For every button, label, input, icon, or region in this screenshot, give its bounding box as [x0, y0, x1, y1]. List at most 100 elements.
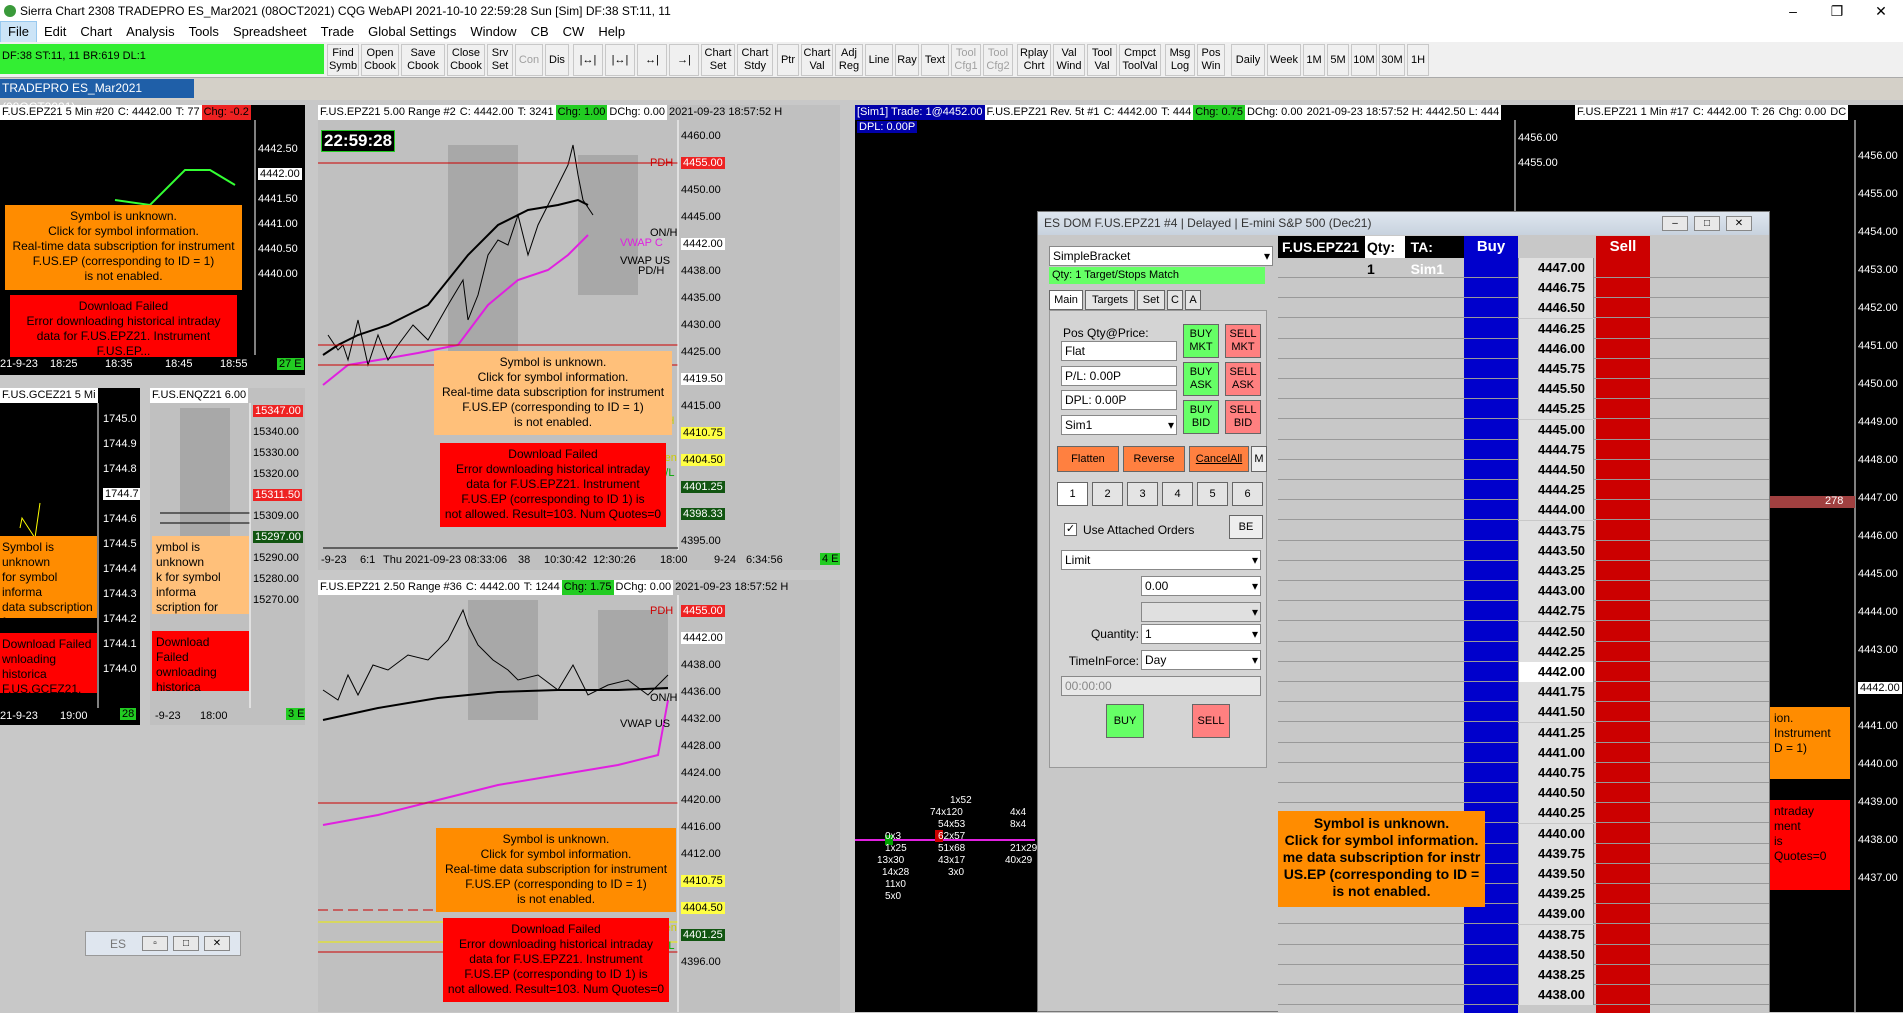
dom-tab-main[interactable]: Main — [1049, 290, 1083, 310]
toolbar-button[interactable]: Chart Val — [801, 44, 833, 76]
attached-orders-checkbox[interactable]: ✓ — [1064, 523, 1077, 536]
toolbar-button[interactable]: Srv Set — [487, 44, 513, 76]
download-failed-message[interactable]: ntraday ment is Quotes=0 — [1770, 800, 1850, 890]
menu-item-chart[interactable]: Chart — [73, 22, 119, 42]
ladder-price[interactable]: 4440.25 — [1518, 803, 1594, 824]
ladder-price[interactable]: 4444.50 — [1518, 460, 1594, 480]
ladder-price[interactable]: 4442.25 — [1518, 641, 1594, 662]
quantity-preset-6[interactable]: 6 — [1232, 482, 1263, 506]
quantity-preset-3[interactable]: 3 — [1127, 482, 1158, 506]
toolbar-button[interactable]: Ptr — [777, 44, 799, 76]
toolbar-button[interactable]: |↔| — [573, 44, 603, 76]
minimize-button[interactable]: ▫ — [142, 936, 168, 951]
toolbar-button[interactable]: Val Wind — [1053, 44, 1085, 76]
ladder-price[interactable]: 4442.00 — [1518, 662, 1594, 682]
download-failed-message[interactable]: Download Failed ownloading historica F.U… — [152, 631, 249, 691]
menu-item-spreadsheet[interactable]: Spreadsheet — [226, 22, 314, 42]
toolbar-button[interactable]: Open Cbook — [361, 44, 399, 76]
ladder-price[interactable]: 4438.00 — [1518, 985, 1594, 1006]
dom-window[interactable]: ES DOM F.US.EPZ21 #4 | Delayed | E-mini … — [1037, 211, 1770, 1013]
buy-button[interactable]: BUY — [1106, 704, 1144, 738]
toolbar-button[interactable]: Cmpct ToolVal — [1119, 44, 1161, 76]
ladder-price[interactable]: 4444.00 — [1518, 500, 1594, 521]
cancel-all-button[interactable]: CancelAll — [1189, 446, 1249, 472]
toolbar-button[interactable]: |↔| — [605, 44, 635, 76]
menu-item-edit[interactable]: Edit — [37, 22, 73, 42]
toolbar-button[interactable]: Msg Log — [1165, 44, 1195, 76]
ladder-price[interactable]: 4439.00 — [1518, 904, 1594, 925]
ladder-price[interactable]: 4438.50 — [1518, 944, 1594, 965]
close-button[interactable]: ✕ — [1726, 216, 1752, 231]
toolbar-button[interactable]: Find Symb — [327, 44, 359, 76]
buy-market-button[interactable]: BUY MKT — [1183, 324, 1219, 358]
toolbar-button[interactable]: Tool Cfg2 — [983, 44, 1013, 76]
toolbar-button[interactable]: Chart Set — [701, 44, 735, 76]
toolbar-button[interactable]: Ray — [895, 44, 919, 76]
price-ladder[interactable]: F.US.EPZ21 Qty: 1 TA: Sim1 Buy Sell 4447… — [1278, 236, 1769, 1013]
ladder-price[interactable]: 4441.25 — [1518, 722, 1594, 743]
ladder-price[interactable]: 4438.25 — [1518, 965, 1594, 985]
chart-gc-5min[interactable]: F.US.GCEZ21 5 Mi 1745.0 1744.9 1744.8 1744.… — [0, 388, 140, 725]
menu-item-file[interactable]: File — [0, 21, 37, 43]
sell-market-button[interactable]: SELL MKT — [1225, 324, 1261, 358]
ladder-price[interactable]: 4441.00 — [1518, 742, 1594, 763]
ladder-price[interactable]: 4447.00 — [1518, 258, 1594, 278]
dom-tab-a[interactable]: A — [1185, 290, 1201, 310]
toolbar-button[interactable]: Daily — [1231, 44, 1265, 76]
restore-button[interactable]: □ — [173, 936, 199, 951]
symbol-unknown-message[interactable]: ymbol is unknown k for symbol informa sc… — [152, 536, 249, 614]
limit-price-input[interactable]: 0.00 ▾ — [1141, 576, 1261, 596]
symbol-unknown-message[interactable]: Symbol is unknown. Click for symbol info… — [434, 351, 672, 435]
ladder-price[interactable]: 4444.25 — [1518, 480, 1594, 501]
ladder-price[interactable]: 4440.75 — [1518, 763, 1594, 783]
buy-ask-button[interactable]: BUY ASK — [1183, 362, 1219, 396]
chartbook-tab[interactable]: TRADEPRO ES_Mar2021 (08OCT2021) — [0, 79, 194, 114]
toolbar-button[interactable]: 1M — [1303, 44, 1325, 76]
toolbar-button[interactable]: Close Cbook — [447, 44, 485, 76]
toolbar-button[interactable]: Week — [1267, 44, 1301, 76]
ladder-price[interactable]: 4446.25 — [1518, 318, 1594, 339]
toolbar-button[interactable]: Line — [865, 44, 893, 76]
toolbar-button[interactable]: Tool Cfg1 — [951, 44, 981, 76]
menu-item-window[interactable]: Window — [463, 22, 523, 42]
menu-item-tools[interactable]: Tools — [182, 22, 226, 42]
menu-item-cb[interactable]: CB — [524, 22, 556, 42]
toolbar-button[interactable]: 1H — [1407, 44, 1429, 76]
ladder-price[interactable]: 4439.25 — [1518, 884, 1594, 905]
toolbar-button[interactable]: 10M — [1351, 44, 1377, 76]
quantity-preset-2[interactable]: 2 — [1092, 482, 1123, 506]
menu-item-trade[interactable]: Trade — [314, 22, 361, 42]
toolbar-button[interactable]: Dis — [545, 44, 569, 76]
minimize-button[interactable]: – — [1662, 216, 1688, 231]
strategy-select[interactable]: SimpleBracket ▾ — [1049, 246, 1273, 266]
ladder-price[interactable]: 4445.75 — [1518, 359, 1594, 379]
toolbar-button[interactable]: Rplay Chrt — [1017, 44, 1051, 76]
order-type-select[interactable]: Limit ▾ — [1061, 550, 1261, 570]
account-select[interactable]: Sim1 ▾ — [1061, 415, 1177, 435]
reverse-button[interactable]: Reverse — [1123, 446, 1185, 472]
toolbar-button[interactable]: 5M — [1327, 44, 1349, 76]
ladder-price[interactable]: 4439.75 — [1518, 843, 1594, 864]
download-failed-message[interactable]: Download Failed Error downloading histor… — [10, 295, 237, 357]
toolbar-button[interactable]: Text — [921, 44, 949, 76]
quantity-preset-5[interactable]: 5 — [1197, 482, 1228, 506]
toolbar-button[interactable]: Adj Reg — [835, 44, 863, 76]
ladder-price[interactable]: 4445.50 — [1518, 379, 1594, 400]
ladder-price[interactable]: 4440.50 — [1518, 783, 1594, 804]
toolbar-button[interactable]: Pos Win — [1197, 44, 1225, 76]
close-button[interactable]: ✕ — [1859, 0, 1903, 22]
menu-item-global-settings[interactable]: Global Settings — [361, 22, 463, 42]
toolbar-button[interactable]: Save Cbook — [401, 44, 445, 76]
symbol-unknown-message[interactable]: Symbol is unknown. Click for symbol info… — [5, 205, 242, 290]
ladder-price[interactable]: 4443.50 — [1518, 540, 1594, 561]
flatten-button[interactable]: Flatten — [1057, 446, 1119, 472]
minimized-window[interactable]: ES ▫ □ ✕ — [85, 931, 241, 956]
sell-bid-button[interactable]: SELL BID — [1225, 400, 1261, 434]
menu-item-help[interactable]: Help — [591, 22, 632, 42]
symbol-unknown-message[interactable]: Symbol is unknown. Click for symbol info… — [1278, 811, 1485, 907]
chart-es-2p5range[interactable]: F.US.EPZ21 2.50 Range #36 C: 4442.00 T: 12… — [318, 580, 840, 1012]
toolbar-button[interactable]: →| — [669, 44, 699, 76]
ladder-price[interactable]: 4445.00 — [1518, 419, 1594, 440]
quantity-preset-4[interactable]: 4 — [1162, 482, 1193, 506]
toolbar-button[interactable]: Tool Val — [1087, 44, 1117, 76]
